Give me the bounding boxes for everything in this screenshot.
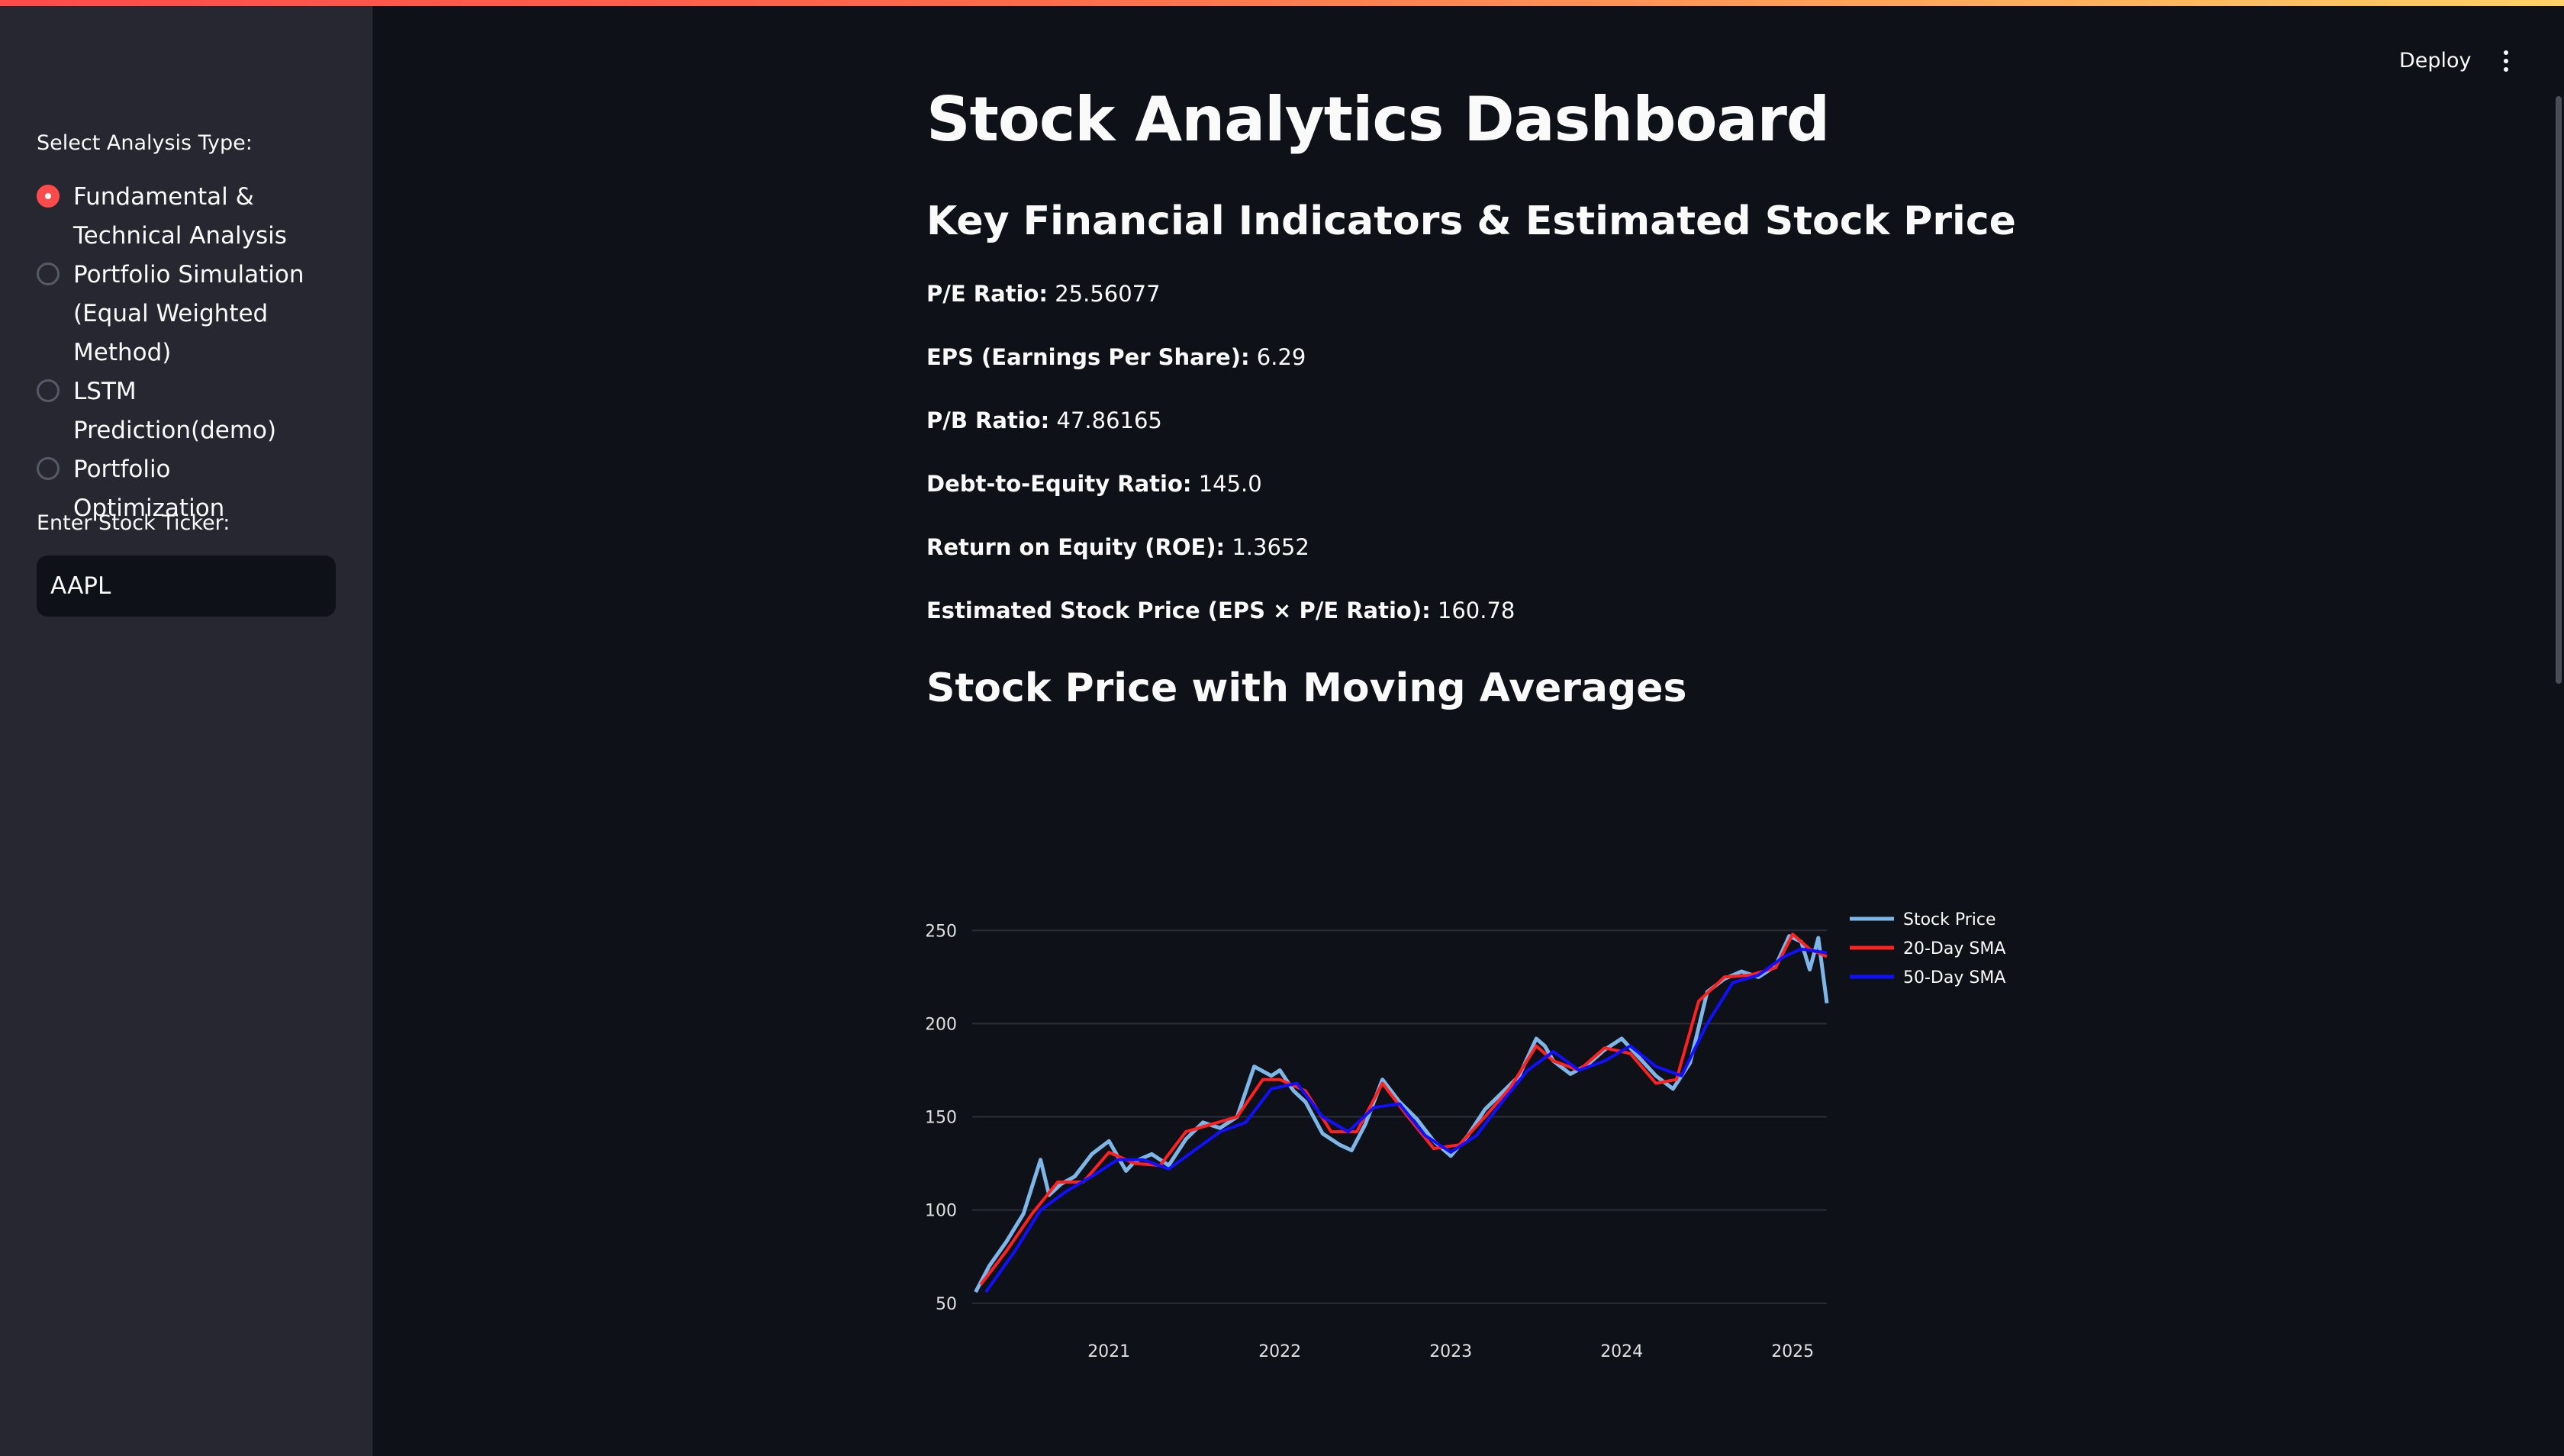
metric-label: EPS (Earnings Per Share):	[926, 344, 1250, 370]
metric-pe-ratio: P/E Ratio: 25.56077	[926, 281, 1161, 307]
radio-option-label: Portfolio Simulation (Equal Weighted Met…	[73, 261, 304, 366]
metric-value: 6.29	[1256, 344, 1306, 370]
radio-option-lstm-prediction[interactable]: LSTM Prediction(demo)	[37, 372, 357, 450]
radio-option-fundamental-technical[interactable]: Fundamental & Technical Analysis	[37, 178, 357, 256]
radio-option-label: LSTM Prediction(demo)	[73, 378, 277, 444]
legend-label: 20-Day SMA	[1903, 939, 2005, 958]
y-tick-label: 250	[926, 922, 957, 941]
metric-value: 25.56077	[1055, 281, 1161, 307]
y-tick-label: 200	[926, 1015, 957, 1034]
indicators-heading: Key Financial Indicators & Estimated Sto…	[926, 198, 2016, 244]
metric-value: 1.3652	[1232, 534, 1309, 560]
page-title: Stock Analytics Dashboard	[926, 84, 1830, 155]
vertical-dots-icon[interactable]	[2492, 43, 2520, 79]
metric-label: Estimated Stock Price (EPS × P/E Ratio):	[926, 598, 1431, 623]
series-line-stock-price	[974, 934, 1829, 1293]
metric-label: P/B Ratio:	[926, 407, 1050, 433]
legend-label: 50-Day SMA	[1903, 968, 2005, 987]
radio-option-portfolio-simulation[interactable]: Portfolio Simulation (Equal Weighted Met…	[37, 256, 357, 372]
metric-pb-ratio: P/B Ratio: 47.86165	[926, 407, 1162, 433]
metric-eps: EPS (Earnings Per Share): 6.29	[926, 344, 1306, 370]
metric-estimated-price: Estimated Stock Price (EPS × P/E Ratio):…	[926, 598, 1515, 623]
analysis-type-radio-group: Fundamental & Technical Analysis Portfol…	[37, 178, 357, 528]
radio-option-label: Fundamental & Technical Analysis	[73, 183, 287, 250]
metric-value: 47.86165	[1056, 407, 1162, 433]
radio-unselected-icon[interactable]	[37, 263, 60, 285]
x-tick-label: 2021	[1087, 1342, 1130, 1358]
metric-debt-to-equity: Debt-to-Equity Ratio: 145.0	[926, 471, 1262, 497]
metric-label: P/E Ratio:	[926, 281, 1048, 307]
metric-label: Return on Equity (ROE):	[926, 534, 1226, 560]
chart-svg: 50 100 150 200 250 2021 2022 2023 2024 2025 Stock …	[925, 910, 2005, 1361]
top-accent-bar	[0, 0, 2564, 6]
deploy-button[interactable]: Deploy	[2388, 43, 2482, 79]
x-tick-label: 2024	[1600, 1342, 1643, 1358]
radio-unselected-icon[interactable]	[37, 457, 60, 480]
x-tick-label: 2022	[1258, 1342, 1301, 1358]
x-tick-label: 2025	[1771, 1342, 1814, 1358]
y-tick-label: 50	[936, 1295, 957, 1314]
y-tick-label: 100	[926, 1202, 957, 1221]
radio-unselected-icon[interactable]	[37, 379, 60, 402]
legend-label: Stock Price	[1903, 910, 1996, 929]
radio-selected-icon[interactable]	[37, 185, 60, 208]
x-tick-label: 2023	[1429, 1342, 1472, 1358]
sidebar: Select Analysis Type: Fundamental & Tech…	[0, 6, 372, 1456]
scrollbar[interactable]	[2556, 96, 2562, 684]
metric-value: 160.78	[1437, 598, 1516, 623]
analysis-type-label: Select Analysis Type:	[37, 131, 253, 155]
chart-heading: Stock Price with Moving Averages	[926, 665, 1687, 711]
metric-label: Debt-to-Equity Ratio:	[926, 471, 1192, 497]
y-tick-label: 150	[926, 1109, 957, 1128]
ticker-label: Enter Stock Ticker:	[37, 511, 230, 535]
ticker-input[interactable]	[37, 556, 336, 617]
stock-price-chart[interactable]: 50 100 150 200 250 2021 2022 2023 2024 2025 Stock …	[925, 885, 2041, 1361]
metric-value: 145.0	[1198, 471, 1262, 497]
metric-roe: Return on Equity (ROE): 1.3652	[926, 534, 1309, 560]
